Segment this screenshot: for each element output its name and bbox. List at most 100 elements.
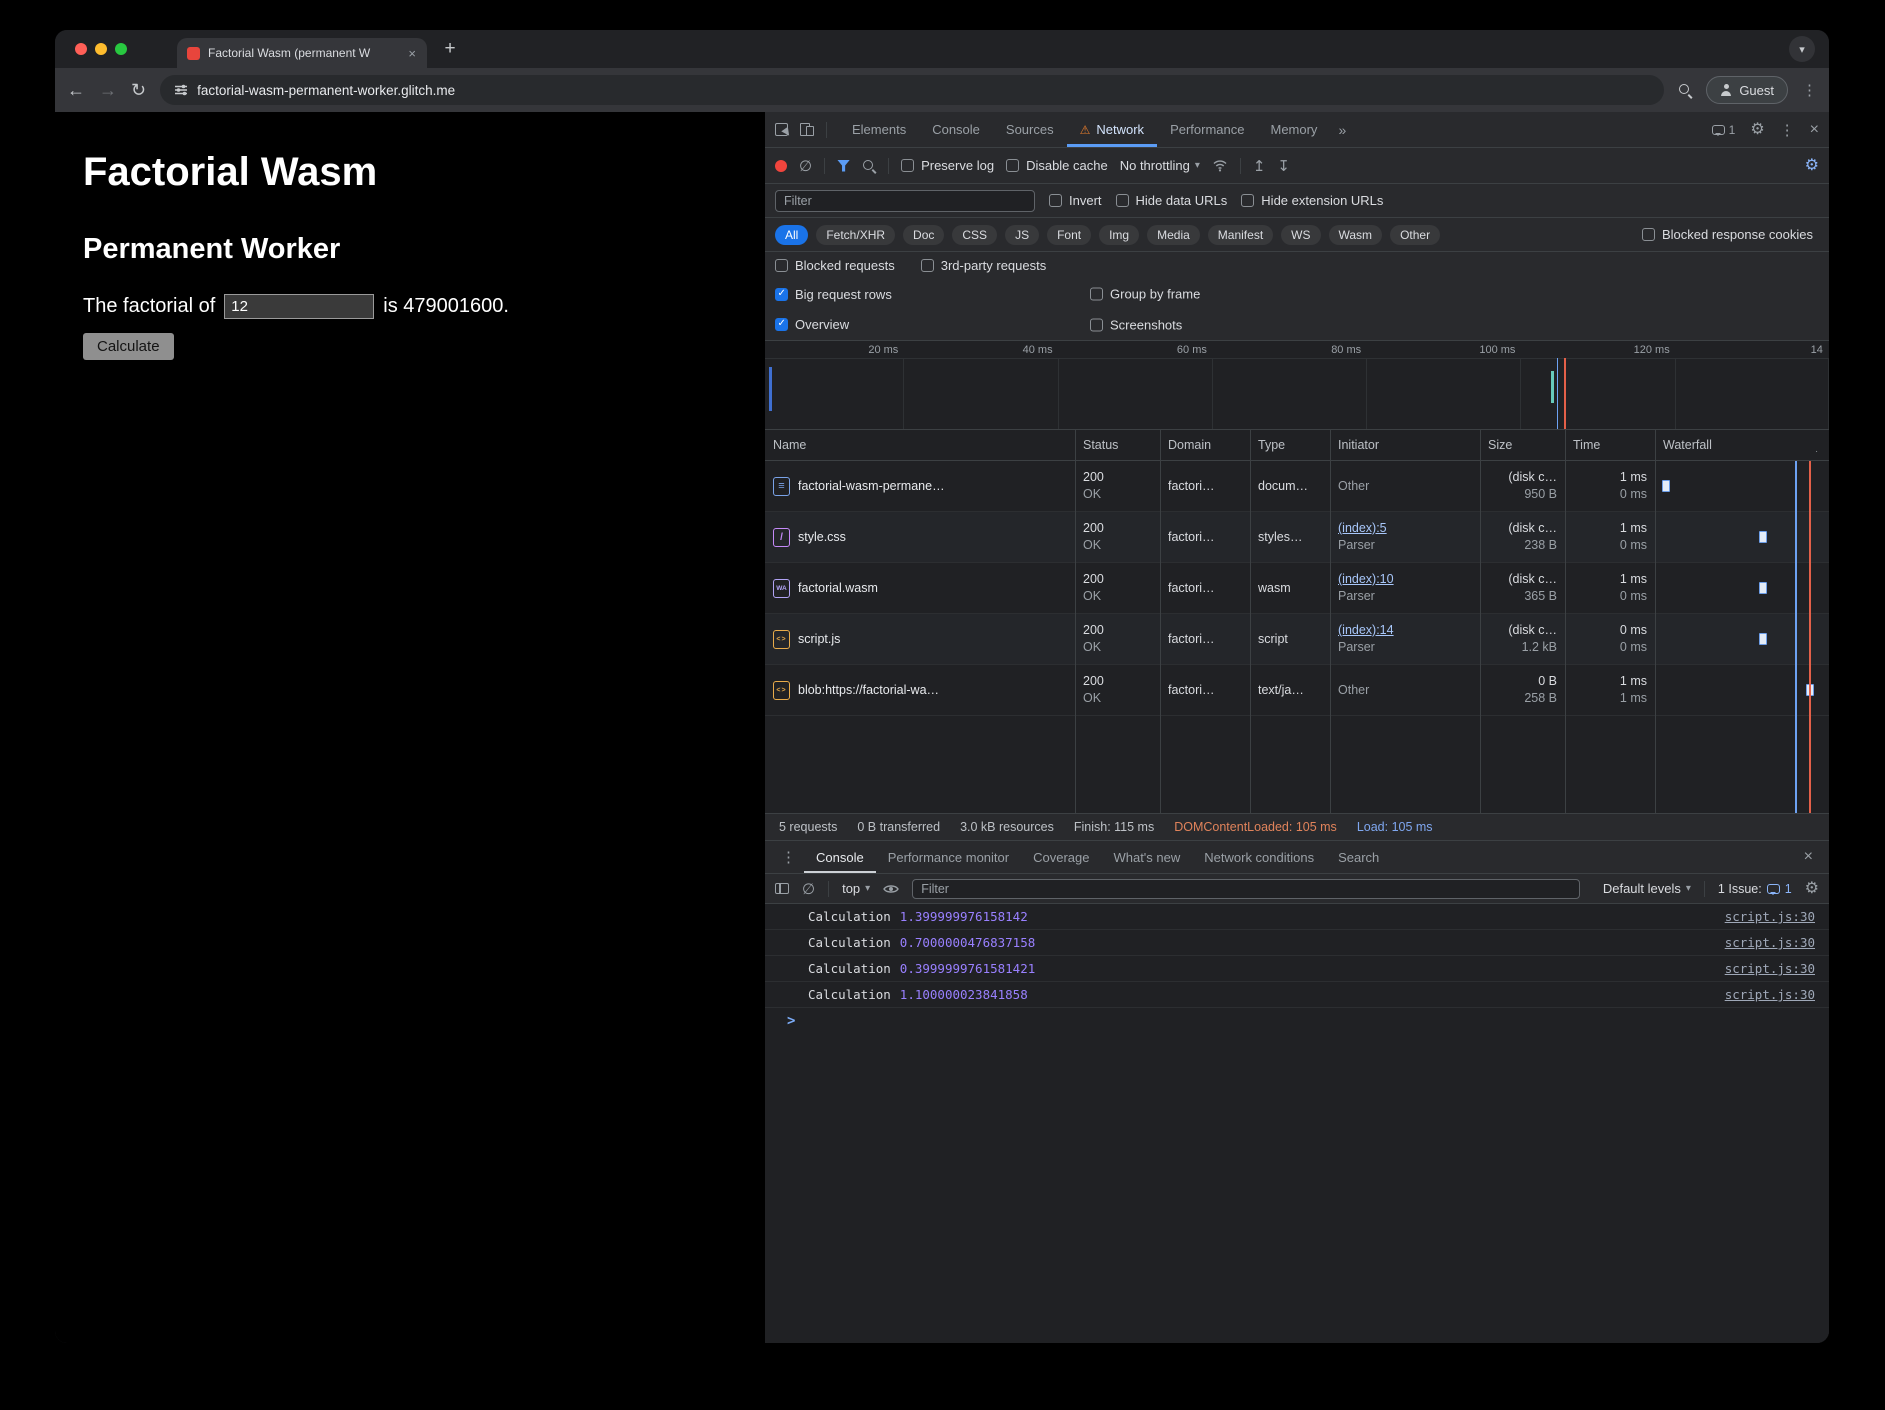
log-levels-select[interactable]: Default levels ▾ [1603, 881, 1691, 896]
request-name[interactable]: factorial.wasm [798, 581, 878, 595]
request-name[interactable]: blob:https://factorial-wa… [798, 683, 939, 697]
overview-checkbox[interactable]: Overview [775, 317, 849, 332]
import-har-icon[interactable]: ↥ [1253, 157, 1266, 175]
console-settings-icon[interactable]: ⚙ [1805, 881, 1819, 897]
console-issues-link[interactable]: 1 Issue: 1 [1718, 882, 1792, 896]
address-bar[interactable]: factorial-wasm-permanent-worker.glitch.m… [160, 75, 1664, 105]
initiator-link[interactable]: (index):5 [1338, 520, 1474, 537]
console-filter-input[interactable] [912, 879, 1580, 899]
drawer-tab-whats-new[interactable]: What's new [1101, 841, 1192, 873]
zoom-icon[interactable] [1678, 83, 1692, 97]
tab-elements[interactable]: Elements [839, 112, 919, 147]
browser-menu-icon[interactable]: ⋮ [1802, 83, 1817, 98]
column-divider[interactable] [1075, 430, 1076, 813]
drawer-tab-search[interactable]: Search [1326, 841, 1391, 873]
column-header-domain[interactable]: Domain [1160, 438, 1250, 452]
filter-chip-doc[interactable]: Doc [903, 225, 944, 245]
issues-counter[interactable]: 1 [1712, 123, 1736, 137]
blocked-requests-checkbox[interactable]: Blocked requests [775, 258, 895, 273]
devtools-menu-icon[interactable]: ⋮ [1780, 121, 1795, 139]
column-header-time[interactable]: Time [1565, 438, 1655, 452]
filter-chip-js[interactable]: JS [1005, 225, 1039, 245]
factorial-input[interactable] [224, 294, 374, 319]
filter-chip-font[interactable]: Font [1047, 225, 1091, 245]
minimize-window-button[interactable] [95, 43, 107, 55]
source-link[interactable]: script.js:30 [1725, 987, 1815, 1002]
filter-chip-manifest[interactable]: Manifest [1208, 225, 1273, 245]
tab-sources[interactable]: Sources [993, 112, 1067, 147]
blocked-response-cookies-checkbox[interactable]: Blocked response cookies [1642, 227, 1813, 242]
search-icon[interactable] [862, 159, 876, 173]
tab-close-icon[interactable]: × [405, 46, 419, 61]
column-header-initiator[interactable]: Initiator [1330, 438, 1480, 452]
tab-network[interactable]: ⚠ Network [1067, 112, 1157, 147]
url-text[interactable]: factorial-wasm-permanent-worker.glitch.m… [197, 83, 455, 98]
drawer-tab-performance-monitor[interactable]: Performance monitor [876, 841, 1021, 873]
record-network-log-button[interactable] [775, 160, 787, 172]
request-name[interactable]: script.js [798, 632, 840, 646]
request-name[interactable]: style.css [798, 530, 846, 544]
column-divider[interactable] [1160, 430, 1161, 813]
filter-chip-other[interactable]: Other [1390, 225, 1440, 245]
drawer-tab-coverage[interactable]: Coverage [1021, 841, 1101, 873]
site-info-icon[interactable] [174, 83, 188, 97]
source-link[interactable]: script.js:30 [1725, 909, 1815, 924]
network-settings-icon[interactable]: ⚙ [1805, 158, 1819, 174]
disable-cache-checkbox[interactable]: Disable cache [1006, 158, 1108, 173]
browser-tab[interactable]: Factorial Wasm (permanent W × [177, 38, 427, 68]
filter-chip-ws[interactable]: WS [1281, 225, 1320, 245]
network-filter-input[interactable] [775, 190, 1035, 212]
request-row[interactable]: script.js 200OK factori… script (index):… [765, 614, 1829, 665]
invert-checkbox[interactable]: Invert [1049, 193, 1102, 208]
column-divider[interactable] [1655, 430, 1656, 813]
reload-button[interactable]: ↻ [131, 81, 146, 99]
drawer-close-icon[interactable]: × [1804, 848, 1821, 866]
column-header-status[interactable]: Status [1075, 438, 1160, 452]
initiator-link[interactable]: (index):14 [1338, 622, 1474, 639]
calculate-button[interactable]: Calculate [83, 333, 174, 360]
source-link[interactable]: script.js:30 [1725, 961, 1815, 976]
console-sidebar-icon[interactable] [775, 883, 789, 894]
filter-chip-media[interactable]: Media [1147, 225, 1200, 245]
console-prompt[interactable]: > [765, 1008, 1829, 1034]
column-header-name[interactable]: Name [765, 438, 1075, 452]
filter-chip-all[interactable]: All [775, 225, 808, 245]
inspect-element-icon[interactable] [775, 123, 788, 136]
initiator-link[interactable]: (index):10 [1338, 571, 1474, 588]
source-link[interactable]: script.js:30 [1725, 935, 1815, 950]
filter-chip-img[interactable]: Img [1099, 225, 1139, 245]
tab-performance[interactable]: Performance [1157, 112, 1257, 147]
request-row[interactable]: factorial-wasm-permane… 200OK factori… d… [765, 461, 1829, 512]
devtools-settings-icon[interactable]: ⚙ [1750, 122, 1764, 138]
throttling-select[interactable]: No throttling ▾ [1120, 158, 1200, 173]
close-window-button[interactable] [75, 43, 87, 55]
clear-network-log-icon[interactable]: ∅ [799, 157, 812, 175]
fullscreen-window-button[interactable] [115, 43, 127, 55]
forward-button[interactable]: → [99, 81, 117, 99]
execution-context-select[interactable]: top ▾ [842, 881, 870, 896]
request-row[interactable]: style.css 200OK factori… styles… (index)… [765, 512, 1829, 563]
column-divider[interactable] [1250, 430, 1251, 813]
profile-button[interactable]: Guest [1706, 76, 1788, 104]
back-button[interactable]: ← [67, 81, 85, 99]
filter-icon[interactable] [837, 160, 850, 172]
column-divider[interactable] [1565, 430, 1566, 813]
filter-chip-css[interactable]: CSS [952, 225, 997, 245]
request-row[interactable]: factorial.wasm 200OK factori… wasm (inde… [765, 563, 1829, 614]
column-divider[interactable] [1480, 430, 1481, 813]
tab-memory[interactable]: Memory [1257, 112, 1330, 147]
column-header-waterfall[interactable]: Waterfall ▲ [1655, 438, 1829, 452]
filter-chip-fetch-xhr[interactable]: Fetch/XHR [816, 225, 895, 245]
hide-extension-urls-checkbox[interactable]: Hide extension URLs [1241, 193, 1383, 208]
live-expression-eye-icon[interactable] [883, 883, 899, 895]
column-header-size[interactable]: Size [1480, 438, 1565, 452]
tab-console[interactable]: Console [919, 112, 993, 147]
new-tab-button[interactable]: + [437, 36, 463, 62]
group-by-frame-checkbox[interactable]: Group by frame [1090, 287, 1200, 302]
request-name[interactable]: factorial-wasm-permane… [798, 479, 945, 493]
big-request-rows-checkbox[interactable]: Big request rows [775, 287, 892, 302]
drawer-menu-icon[interactable]: ⋮ [773, 848, 804, 866]
device-toolbar-icon[interactable] [800, 123, 814, 136]
clear-console-icon[interactable]: ∅ [802, 880, 815, 898]
screenshots-checkbox[interactable]: Screenshots [1090, 317, 1182, 332]
